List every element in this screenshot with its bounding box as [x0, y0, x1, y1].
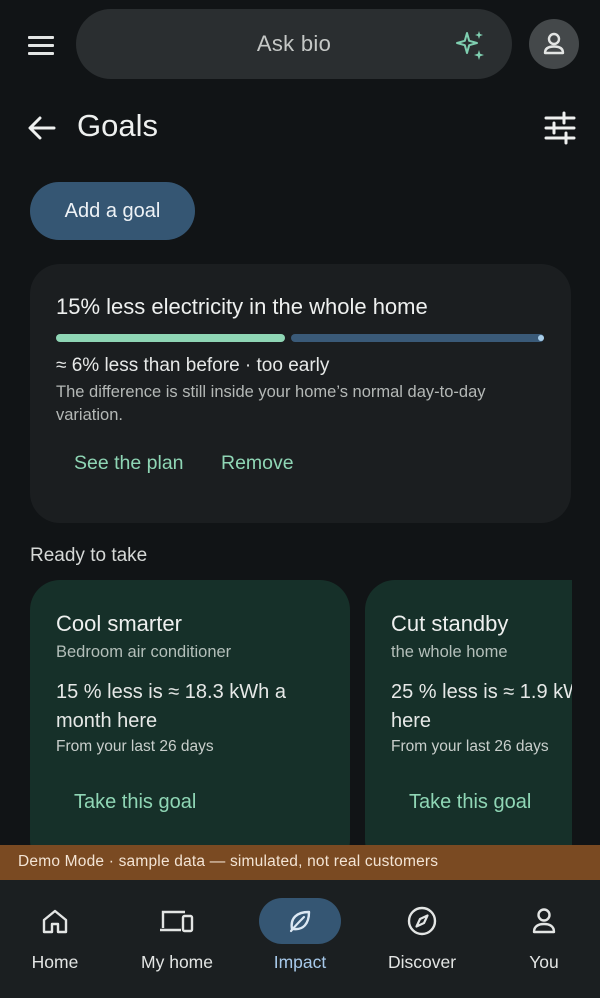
- nav-label: You: [529, 952, 559, 972]
- suggestion-carousel[interactable]: Cool smarter Bedroom air conditioner 15 …: [0, 580, 572, 870]
- see-plan-button[interactable]: See the plan: [74, 452, 184, 475]
- section-heading-ready: Ready to take: [30, 545, 148, 566]
- goal-status: ≈ 6% less than before · too early: [56, 355, 330, 376]
- account-button[interactable]: [529, 19, 579, 69]
- page-header: Goals: [0, 100, 600, 156]
- suggestion-title: Cut standby: [391, 611, 509, 636]
- nav-label: Home: [31, 952, 79, 972]
- goal-description: The difference is still inside your home…: [56, 383, 486, 424]
- remove-goal-button[interactable]: Remove: [221, 452, 294, 475]
- nav-item-home[interactable]: Home: [0, 880, 115, 998]
- account-icon: [543, 32, 565, 55]
- leaf-icon: [289, 910, 311, 933]
- suggestion-card[interactable]: Cut standby the whole home 25 % less is …: [365, 580, 572, 870]
- nav-item-discover[interactable]: Discover: [362, 880, 482, 998]
- person-icon: [532, 908, 556, 934]
- devices-icon: [160, 910, 194, 933]
- nav-item-my-home[interactable]: My home: [117, 880, 237, 998]
- progress-remaining: [291, 334, 544, 342]
- bottom-navigation: Home My home Impact Discover You: [0, 880, 600, 998]
- suggestion-subtitle: the whole home: [391, 643, 508, 661]
- goals-screen: Ask bio Goals Add a goal 15% less electr…: [0, 0, 600, 998]
- compass-icon: [407, 906, 437, 936]
- suggestion-basis: From your last 26 days: [56, 738, 214, 755]
- add-goal-button[interactable]: Add a goal: [30, 182, 195, 240]
- suggestion-estimate: 25 % less is ≈ 1.9 kWh a month here: [391, 681, 572, 732]
- suggestion-subtitle: Bedroom air conditioner: [56, 643, 232, 661]
- take-goal-button[interactable]: Take this goal: [74, 791, 196, 814]
- suggestion-basis: From your last 26 days: [391, 738, 549, 755]
- sparkle-icon[interactable]: [454, 28, 488, 62]
- home-icon: [42, 909, 68, 934]
- nav-label: Discover: [387, 952, 457, 972]
- nav-item-impact[interactable]: Impact: [240, 880, 360, 998]
- active-goal-card: 15% less electricity in the whole home ≈…: [30, 264, 571, 523]
- goal-progress-bar: [56, 334, 544, 342]
- suggestion-title: Cool smarter: [56, 611, 182, 636]
- filter-sliders-icon[interactable]: [542, 110, 578, 146]
- search-placeholder: Ask bio: [256, 31, 332, 56]
- suggestion-estimate: 15 % less is ≈ 18.3 kWh a month here: [56, 681, 286, 732]
- nav-label: Impact: [273, 952, 327, 972]
- demo-mode-banner: Demo Mode · sample data — simulated, not…: [0, 845, 600, 880]
- nav-label: My home: [141, 952, 213, 972]
- search-bar[interactable]: Ask bio: [76, 9, 512, 79]
- goal-title: 15% less electricity in the whole home: [56, 294, 428, 319]
- progress-filled: [56, 334, 285, 342]
- back-arrow-icon[interactable]: [24, 110, 60, 146]
- nav-item-you[interactable]: You: [484, 880, 600, 998]
- demo-banner-text: Demo Mode · sample data — simulated, not…: [18, 853, 439, 870]
- page-title: Goals: [77, 108, 158, 143]
- suggestion-card[interactable]: Cool smarter Bedroom air conditioner 15 …: [30, 580, 350, 870]
- menu-icon[interactable]: [20, 24, 62, 66]
- progress-end-dot: [538, 335, 544, 341]
- take-goal-button[interactable]: Take this goal: [409, 791, 531, 814]
- top-app-bar: Ask bio: [0, 0, 600, 90]
